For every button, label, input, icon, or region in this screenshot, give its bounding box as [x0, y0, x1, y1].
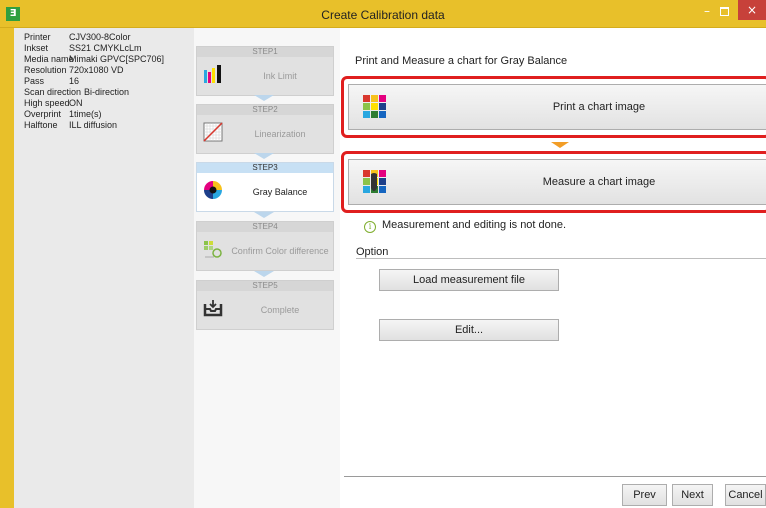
info-row-high-speed: High speedON	[24, 98, 83, 109]
info-value: Bi-direction	[84, 87, 130, 97]
step-name: Gray Balance	[252, 187, 308, 197]
info-key: High speed	[24, 98, 70, 108]
step-name: Confirm Color difference	[231, 246, 329, 256]
load-measurement-file-button[interactable]: Load measurement file	[379, 269, 559, 291]
step-number: STEP2	[197, 105, 333, 115]
step-number: STEP4	[197, 222, 333, 232]
maximize-button[interactable]	[717, 4, 731, 20]
info-row-overprint: Overprint 1time(s)	[24, 109, 102, 120]
ink-bars-icon	[204, 65, 221, 83]
tray-complete-icon	[203, 300, 223, 317]
step-number: STEP5	[197, 281, 333, 291]
info-row-media: Media nameMimaki GPVC[SPC706]	[24, 54, 164, 65]
footer-divider	[344, 476, 766, 477]
step-arrow	[254, 271, 274, 277]
linearization-curve-icon	[203, 122, 223, 142]
info-value: ILL diffusion	[69, 120, 118, 130]
prev-button[interactable]: Prev	[622, 484, 667, 506]
measure-chart-icon	[363, 170, 386, 193]
info-key: Halftone	[24, 120, 58, 130]
color-difference-icon	[204, 241, 222, 258]
info-row-scan-direction: Scan direction Bi-direction	[24, 87, 129, 98]
step-arrow	[254, 153, 274, 159]
flow-arrow	[551, 142, 569, 148]
step-confirm-color-difference: STEP4 Confirm Color difference	[196, 221, 334, 271]
option-divider	[356, 258, 766, 259]
info-key: Printer	[24, 32, 51, 42]
step-gray-balance: STEP3 Gray Balance	[196, 162, 334, 212]
measurement-status: i Measurement and editing is not done.	[364, 219, 566, 233]
info-value: 16	[69, 76, 80, 86]
title-bar: Ǝ Create Calibration data – ×	[0, 0, 766, 28]
info-key: Resolution	[24, 65, 67, 75]
info-row-resolution: Resolution 720x1080 VD	[24, 65, 124, 76]
step-name: Linearization	[254, 129, 306, 139]
print-chart-icon	[363, 95, 386, 118]
steps-panel: STEP1 Ink Limit STEP2 Linearization STEP…	[194, 28, 340, 508]
info-key: Scan direction	[24, 87, 82, 97]
info-value: ON	[69, 98, 83, 108]
measure-chart-label: Measure a chart image	[542, 176, 656, 188]
step-linearization: STEP2 Linearization	[196, 104, 334, 154]
cancel-button[interactable]: Cancel	[725, 484, 766, 506]
window-left-border	[0, 28, 14, 508]
info-value: Mimaki GPVC[SPC706]	[69, 54, 165, 64]
color-wheel-icon	[204, 181, 222, 199]
step-ink-limit: STEP1 Ink Limit	[196, 46, 334, 96]
info-value: 1time(s)	[69, 109, 102, 119]
info-row-inkset: Inkset SS21 CMYKLcLm	[24, 43, 142, 54]
step-name: Complete	[260, 305, 300, 315]
next-button[interactable]: Next	[672, 484, 713, 506]
info-row-halftone: Halftone ILL diffusion	[24, 120, 117, 131]
print-chart-label: Print a chart image	[552, 101, 646, 113]
step-number: STEP1	[197, 47, 333, 57]
info-value: 720x1080 VD	[69, 65, 124, 75]
status-text: Measurement and editing is not done.	[382, 219, 567, 231]
step-complete: STEP5 Complete	[196, 280, 334, 330]
print-chart-button[interactable]: Print a chart image	[348, 84, 766, 130]
info-icon: i	[364, 221, 376, 233]
measure-chart-button[interactable]: Measure a chart image	[348, 159, 766, 205]
info-row-pass: Pass 16	[24, 76, 79, 87]
info-key: Pass	[24, 76, 45, 86]
window-title: Create Calibration data	[321, 8, 445, 22]
info-key: Overprint	[24, 109, 62, 119]
info-value: SS21 CMYKLcLm	[69, 43, 142, 53]
edit-button[interactable]: Edit...	[379, 319, 559, 341]
info-key: Inkset	[24, 43, 49, 53]
option-section-label: Option	[356, 246, 389, 258]
info-key: Media name	[24, 54, 74, 64]
step-name: Ink Limit	[263, 71, 297, 81]
step-arrow	[254, 95, 274, 101]
info-value: CJV300-8Color	[69, 32, 131, 42]
close-button[interactable]: ×	[738, 0, 766, 20]
info-row-printer: Printer CJV300-8Color	[24, 32, 131, 43]
page-heading: Print and Measure a chart for Gray Balan…	[355, 55, 568, 67]
step-number: STEP3	[197, 163, 333, 173]
step-arrow	[254, 212, 274, 218]
printer-info-panel: Printer CJV300-8Color Inkset SS21 CMYKLcLm…	[14, 28, 194, 508]
minimize-button[interactable]: –	[700, 4, 714, 20]
